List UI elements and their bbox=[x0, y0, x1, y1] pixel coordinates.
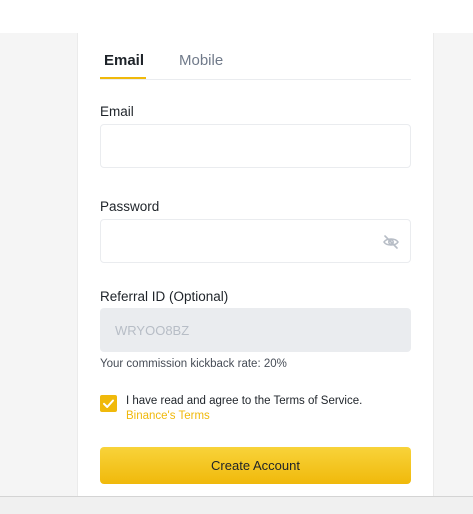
page: Email Mobile Email Password Referral ID … bbox=[0, 0, 473, 514]
terms-text: I have read and agree to the Terms of Se… bbox=[126, 394, 411, 424]
tab-mobile[interactable]: Mobile bbox=[179, 52, 223, 69]
create-account-button[interactable]: Create Account bbox=[100, 447, 411, 484]
registration-card: Email Mobile Email Password Referral ID … bbox=[79, 33, 433, 496]
bottom-scroll-bar bbox=[0, 496, 473, 514]
email-field[interactable] bbox=[101, 125, 410, 167]
right-background-panel bbox=[433, 33, 473, 496]
active-tab-indicator bbox=[100, 77, 146, 79]
password-field-box bbox=[100, 219, 411, 263]
check-icon bbox=[103, 399, 114, 408]
password-label: Password bbox=[100, 199, 160, 214]
email-label: Email bbox=[100, 104, 134, 119]
referral-id-field[interactable] bbox=[101, 309, 410, 351]
binance-terms-link[interactable]: Binance's Terms bbox=[126, 410, 210, 422]
terms-statement: I have read and agree to the Terms of Se… bbox=[126, 395, 363, 407]
commission-kickback-text: Your commission kickback rate: 20% bbox=[100, 358, 287, 370]
password-field[interactable] bbox=[101, 220, 410, 262]
referral-field-box bbox=[100, 308, 411, 352]
email-field-box bbox=[100, 124, 411, 168]
top-strip bbox=[0, 0, 473, 33]
eye-slash-icon[interactable] bbox=[382, 233, 400, 251]
referral-label: Referral ID (Optional) bbox=[100, 289, 229, 304]
tab-email[interactable]: Email bbox=[104, 52, 144, 69]
left-background-panel bbox=[0, 33, 78, 496]
terms-checkbox[interactable] bbox=[100, 395, 117, 412]
signup-method-tabs: Email Mobile bbox=[100, 33, 411, 80]
